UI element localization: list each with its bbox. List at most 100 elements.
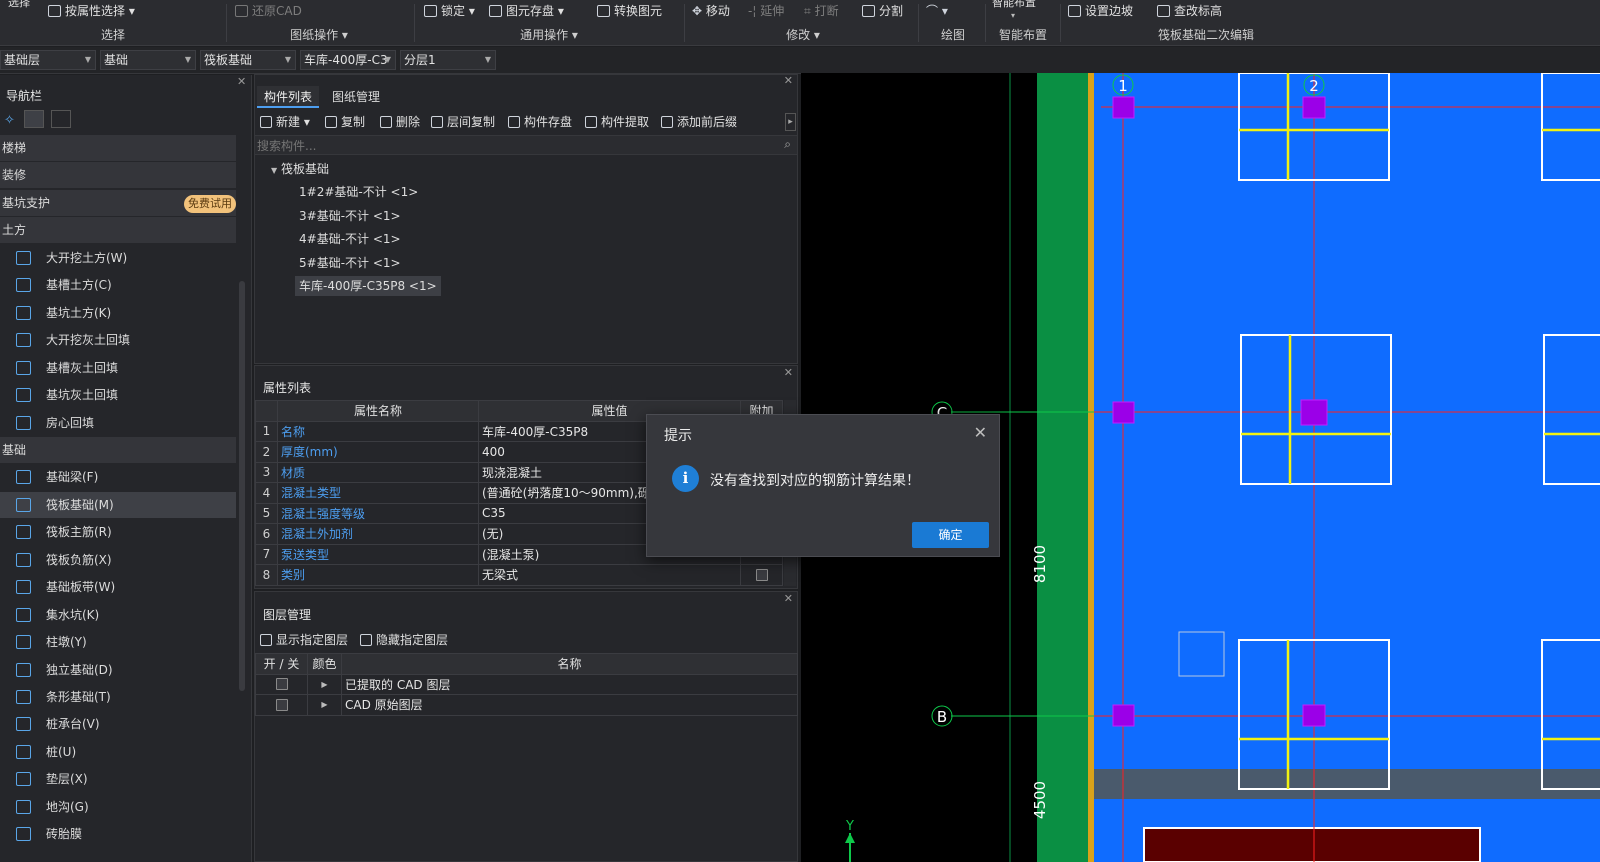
nav-item[interactable]: 条形基础(T)	[0, 684, 236, 710]
layer-toggle-checkbox[interactable]	[275, 698, 288, 711]
group-general-ops[interactable]: 通用操作 ▾	[514, 26, 584, 44]
nav-category[interactable]: 土方	[0, 217, 236, 244]
tree-item[interactable]: 1#2#基础-不计 <1>	[295, 182, 422, 202]
component-panel-close-icon[interactable]: ✕	[784, 74, 793, 87]
nav-item[interactable]: 集水坑(K)	[0, 602, 236, 628]
layer-toggle-checkbox[interactable]	[275, 678, 288, 691]
tree-item[interactable]: 车库-400厚-C35P8 <1>	[295, 276, 441, 297]
nav-item[interactable]: 桩(U)	[0, 739, 236, 765]
draw-arc-button[interactable]: ⌒ ▾	[926, 2, 948, 20]
ribbon-separator	[918, 4, 919, 42]
ribbon-toolbar: 选择 按属性选择 ▾ 还原CAD 锁定 ▾ 图元存盘 ▾ 转换图元 ✥ 移动 -…	[0, 0, 1600, 46]
nav-item[interactable]: 基础梁(F)	[0, 464, 236, 490]
svg-text:Y: Y	[845, 819, 854, 834]
nav-item[interactable]: 桩承台(V)	[0, 711, 236, 737]
tab-drawing-management[interactable]: 图纸管理	[325, 86, 387, 108]
new-component-button[interactable]: 新建 ▾	[260, 113, 310, 131]
select-by-property-button[interactable]: 按属性选择 ▾	[48, 2, 135, 20]
extend-button[interactable]: -¦ 延伸	[748, 2, 784, 20]
tree-root[interactable]: ▼ 筏板基础	[267, 159, 333, 179]
layer-name: CAD 原始图层	[341, 694, 798, 716]
search-icon[interactable]: ⌕	[784, 137, 791, 152]
nav-item[interactable]: 基坑灰土回填	[0, 382, 236, 408]
list-view-icon[interactable]	[24, 110, 44, 128]
group-modify[interactable]: 修改 ▾	[778, 26, 828, 44]
restore-cad-button[interactable]: 还原CAD	[235, 2, 302, 20]
nav-item-label: 砖胎膜	[46, 827, 83, 842]
move-button[interactable]: ✥ 移动	[692, 2, 730, 20]
show-layer-button[interactable]: 显示指定图层	[260, 631, 348, 649]
nav-category[interactable]: 装修	[0, 162, 236, 189]
close-icon[interactable]: ✕	[974, 423, 987, 442]
property-value[interactable]: 无梁式	[478, 564, 741, 586]
tree-item[interactable]: 3#基础-不计 <1>	[295, 206, 405, 226]
tree-item[interactable]: 4#基础-不计 <1>	[295, 229, 405, 249]
slab-area[interactable]	[1094, 73, 1600, 862]
save-element-button[interactable]: 图元存盘 ▾	[489, 2, 564, 20]
nav-item[interactable]: 大开挖灰土回填	[0, 327, 236, 353]
property-panel-close-icon[interactable]: ✕	[784, 366, 793, 379]
nav-item[interactable]: 砖胎膜	[0, 821, 236, 847]
nav-item[interactable]: 基础板带(W)	[0, 574, 236, 600]
nav-category[interactable]: 楼梯	[0, 135, 236, 161]
nav-item-label: 大开挖土方(W)	[46, 250, 128, 265]
toolbar-more-icon[interactable]: ▸	[785, 113, 796, 131]
nav-item[interactable]: 筏板主筋(R)	[0, 519, 236, 545]
property-row[interactable]: 8 类别 无梁式	[255, 564, 783, 586]
nav-item[interactable]: 柱墩(Y)	[0, 629, 236, 655]
nav-category[interactable]: 基础	[0, 436, 236, 463]
extract-component-button[interactable]: 构件提取	[585, 113, 649, 131]
nav-item[interactable]: 基槽土方(C)	[0, 272, 236, 298]
nav-item[interactable]: 筏板负筋(X)	[0, 547, 236, 573]
pin-icon[interactable]: ✧	[4, 113, 15, 128]
save-component-button[interactable]: 构件存盘	[508, 113, 572, 131]
group-drawing-ops[interactable]: 图纸操作 ▾	[284, 26, 354, 44]
layer-panel-close-icon[interactable]: ✕	[784, 592, 793, 605]
expand-arrow-icon[interactable]: ▶	[307, 694, 342, 716]
smart-layout-dropdown-icon[interactable]: ▾	[1011, 7, 1015, 25]
floor-copy-button[interactable]: 层间复制	[431, 113, 495, 131]
layer-row[interactable]: ▶ 已提取的 CAD 图层	[255, 673, 798, 695]
sublayer-selector[interactable]: 分层1 ▼	[400, 50, 496, 70]
free-trial-badge[interactable]: 免费试用	[184, 195, 236, 213]
axis-label-B: B	[937, 708, 947, 726]
break-button[interactable]: ⌗ 打断	[804, 2, 839, 20]
tab-component-list[interactable]: 构件列表	[257, 86, 319, 108]
floor-selector[interactable]: 基础层 ▼	[0, 50, 96, 70]
property-name: 名称	[277, 420, 479, 442]
expand-arrow-icon[interactable]: ▶	[307, 673, 342, 695]
nav-item-label: 房心回填	[46, 415, 95, 430]
split-button[interactable]: 分割	[862, 2, 903, 20]
layer-row[interactable]: ▶ CAD 原始图层	[255, 694, 798, 716]
nav-item[interactable]: 地沟(G)	[0, 794, 236, 820]
copy-button[interactable]: 复制	[325, 113, 365, 131]
nav-close-icon[interactable]: ✕	[237, 75, 246, 88]
component-type-selector[interactable]: 筏板基础 ▼	[200, 50, 296, 70]
nav-item[interactable]: 基槽灰土回填	[0, 355, 236, 381]
select-button[interactable]: 选择	[8, 0, 30, 12]
nav-scrollbar[interactable]	[239, 281, 245, 691]
ok-button[interactable]: 确定	[912, 522, 989, 548]
hide-layer-button[interactable]: 隐藏指定图层	[360, 631, 448, 649]
component-list-panel: ✕ 构件列表 图纸管理 新建 ▾ 复制 删除 层间复制 构件存盘 构件提取 添加…	[254, 74, 798, 364]
nav-item[interactable]: 独立基础(D)	[0, 657, 236, 683]
convert-element-button[interactable]: 转换图元	[597, 2, 662, 20]
nav-item[interactable]: 基坑土方(K)	[0, 300, 236, 326]
nav-item[interactable]: 大开挖土方(W)	[0, 245, 236, 271]
nav-item[interactable]: 房心回填	[0, 410, 236, 436]
component-search-input[interactable]	[257, 137, 757, 154]
tree-item[interactable]: 5#基础-不计 <1>	[295, 253, 405, 273]
lock-button[interactable]: 锁定 ▾	[424, 2, 475, 20]
component-selector[interactable]: 车库-400厚-C3 ▼	[300, 50, 396, 70]
set-slope-button[interactable]: 设置边坡	[1068, 2, 1133, 20]
dimension-8100: 8100	[1031, 545, 1049, 583]
nav-item[interactable]: 筏板基础(M)	[0, 491, 236, 518]
delete-button[interactable]: 删除	[380, 113, 420, 131]
component-search-box[interactable]: ⌕	[255, 135, 797, 155]
check-elevation-button[interactable]: 查改标高	[1157, 2, 1222, 20]
extra-checkbox[interactable]	[755, 568, 768, 581]
nav-item[interactable]: 垫层(X)	[0, 766, 236, 792]
add-affix-button[interactable]: 添加前后缀	[661, 113, 737, 131]
category-selector[interactable]: 基础 ▼	[100, 50, 196, 70]
detail-view-icon[interactable]	[51, 110, 71, 128]
